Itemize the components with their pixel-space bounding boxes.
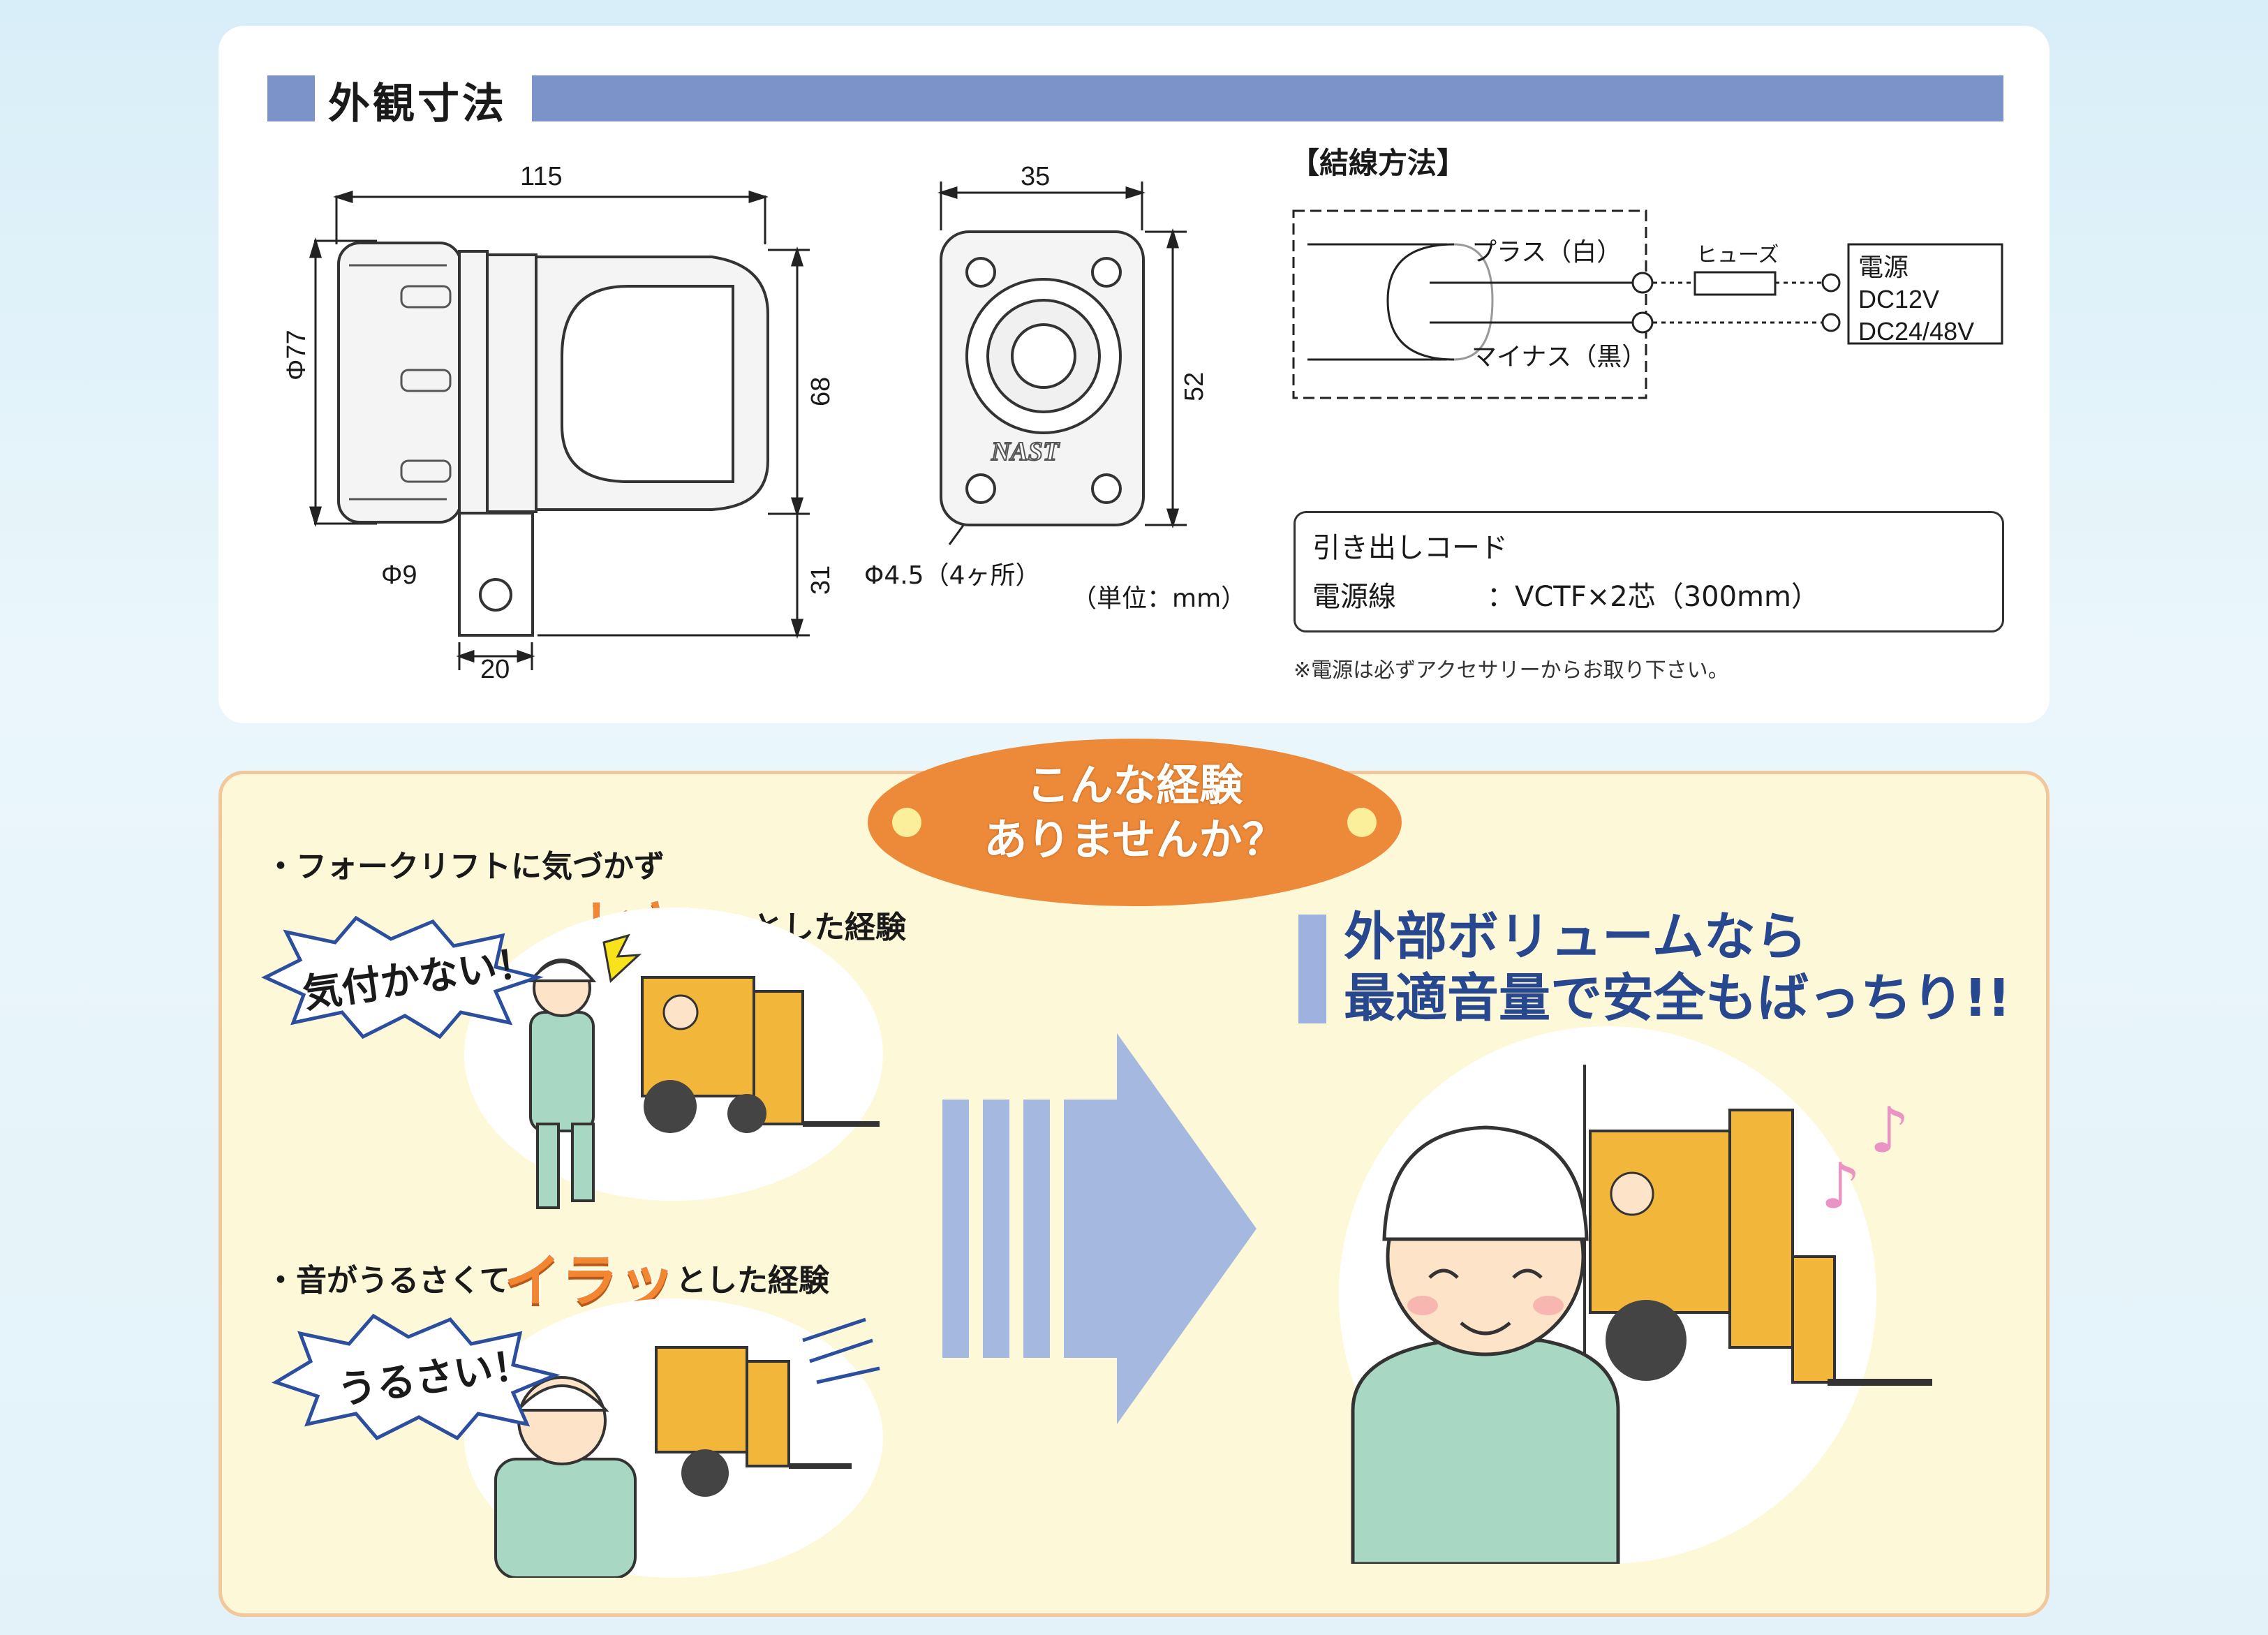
fuse-label: ヒューズ — [1696, 243, 1779, 267]
right-arrow — [942, 1033, 1257, 1424]
power-voltage-1: DC12V — [1858, 285, 1940, 313]
dim-bracket-height: 31 — [806, 565, 836, 595]
bubble-line-1: こんな経験 — [1026, 760, 1243, 811]
dim-front-height: 52 — [1180, 371, 1209, 401]
svg-text:♪: ♪ — [1869, 1094, 1909, 1167]
svg-text:♪: ♪ — [1821, 1150, 1860, 1223]
nast-logo: NAST — [991, 436, 1060, 467]
case1-text: ・フォークリフトに気づかず — [265, 849, 665, 885]
power-source: 電源 DC12V DC24/48V — [1858, 251, 1974, 348]
dim-bracket-width: 20 — [480, 655, 510, 684]
front-view-drawing — [937, 182, 1187, 545]
dim-front-width: 35 — [1021, 162, 1051, 191]
dim-height: 68 — [806, 376, 836, 406]
case2-tail: とした経験 — [676, 1263, 829, 1299]
bubble-text: こんな経験 ありませんか？ — [868, 758, 1402, 867]
case2-text: ・音がうるさくて — [265, 1263, 510, 1299]
solution-marker — [1298, 915, 1326, 1023]
cord-title: 引き出しコード — [1312, 532, 1508, 564]
solution-forklift-illustration: ♪ ♪ — [1351, 1065, 1932, 1564]
cord-note: ※電源は必ずアクセサリーからお取り下さい。 — [1294, 658, 1729, 683]
wire-minus-label: マイナス（黒） — [1472, 343, 1647, 371]
title-marker — [267, 75, 315, 121]
solution-text: 外部ボリュームなら 最適音量で安全もばっちり!! — [1344, 906, 2011, 1029]
wiring-title: 【結線方法】 — [1290, 146, 1467, 180]
cord-value: ：VCTF×2芯（300mm） — [1487, 581, 1819, 613]
section-title: 外観寸法 — [328, 80, 507, 128]
bubble-line-2: ありませんか？ — [984, 814, 1286, 865]
power-title: 電源 — [1858, 253, 1909, 281]
dim-width: 115 — [520, 162, 563, 191]
dim-mount-hole: Φ4.5（4ヶ所） — [864, 561, 1041, 590]
side-view-drawing — [309, 190, 810, 670]
power-voltage-2: DC24/48V — [1858, 317, 1975, 346]
dim-hole: Φ9 — [381, 561, 417, 590]
unit-label: （単位：mm） — [1072, 584, 1247, 613]
title-bar — [532, 75, 2003, 121]
cord-name: 電源線 — [1312, 581, 1396, 613]
wire-plus-label: プラス（白） — [1472, 238, 1622, 267]
solution-line-2: 最適音量で安全もばっちり!! — [1344, 968, 2011, 1028]
dim-diameter: Φ77 — [282, 330, 311, 380]
solution-line-1: 外部ボリュームなら — [1344, 907, 1807, 967]
